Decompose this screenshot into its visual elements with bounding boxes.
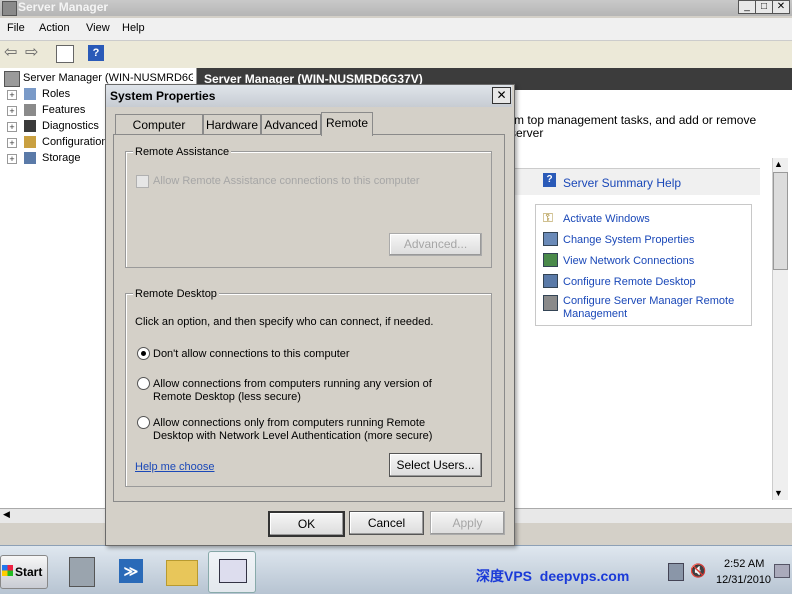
tree-root[interactable]: Server Manager (WIN-NUSMRD6G3 — [23, 72, 193, 84]
remote-desktop-label: Remote Desktop — [133, 288, 219, 300]
watermark-text: 深度VPS deepvps.com — [476, 568, 630, 584]
menu-file[interactable]: File — [7, 22, 25, 34]
ok-button[interactable]: OK — [268, 511, 345, 537]
dialog-titlebar[interactable]: System Properties — [106, 85, 512, 107]
windows-logo-icon — [2, 565, 13, 576]
dialog-close-button[interactable]: ✕ — [492, 87, 511, 104]
radio-allow-nla-only-label[interactable]: Allow connections only from computers ru… — [153, 417, 443, 443]
tray-network-icon[interactable] — [668, 563, 684, 581]
clock-time[interactable]: 2:52 AM — [724, 558, 764, 570]
tree-item-configuration[interactable]: Configuration — [42, 136, 107, 148]
scroll-thumb[interactable] — [773, 172, 788, 270]
computer-icon — [219, 559, 247, 583]
roles-icon — [24, 88, 36, 100]
tab-remote[interactable]: Remote — [321, 112, 373, 136]
start-label: Start — [15, 565, 43, 579]
expand-diagnostics[interactable]: + — [7, 122, 17, 132]
diagnostics-icon — [24, 120, 36, 132]
show-hide-tree-icon[interactable] — [56, 45, 74, 63]
scroll-down-arrow-icon[interactable]: ▼ — [774, 488, 783, 498]
key-icon: ⚿ — [543, 210, 553, 225]
main-titlebar[interactable]: Server Manager — [0, 0, 792, 16]
menu-view[interactable]: View — [86, 22, 110, 34]
select-users-button[interactable]: Select Users... — [389, 453, 482, 477]
menu-action[interactable]: Action — [39, 22, 70, 34]
tree-item-diagnostics[interactable]: Diagnostics — [42, 120, 99, 132]
radio-allow-any-version-label[interactable]: Allow connections from computers running… — [153, 378, 443, 404]
intro-text: rm top management tasks, and add or remo… — [510, 113, 757, 140]
back-arrow-icon[interactable]: ⇦ — [4, 45, 20, 62]
close-button[interactable]: ✕ — [772, 0, 790, 14]
tree-item-features[interactable]: Features — [42, 104, 85, 116]
taskbar-explorer[interactable] — [158, 551, 204, 591]
tree-item-roles[interactable]: Roles — [42, 88, 70, 100]
maximize-button[interactable]: □ — [755, 0, 773, 14]
tab-hardware[interactable]: Hardware — [203, 114, 261, 135]
radio-allow-any-version[interactable] — [137, 377, 150, 390]
tab-computer-name[interactable]: Computer Name — [115, 114, 203, 152]
show-desktop-button[interactable] — [774, 564, 790, 578]
task-activate-windows[interactable]: Activate Windows — [563, 213, 650, 225]
configuration-icon — [24, 136, 36, 148]
tray-speaker-muted-icon[interactable]: 🔇 — [690, 563, 706, 579]
task-view-network-connections[interactable]: View Network Connections — [563, 255, 694, 267]
system-properties-icon — [543, 232, 558, 246]
clock-date[interactable]: 12/31/2010 — [716, 574, 771, 586]
allow-remote-assistance-label: Allow Remote Assistance connections to t… — [153, 175, 420, 187]
server-summary-help-link[interactable]: Server Summary Help — [563, 176, 681, 190]
server-manager-node-icon — [4, 71, 20, 87]
taskbar-powershell[interactable]: ≫ — [108, 551, 154, 591]
task-change-system-properties[interactable]: Change System Properties — [563, 234, 694, 246]
radio-dont-allow[interactable] — [137, 347, 150, 360]
help-me-choose-link[interactable]: Help me choose — [135, 461, 215, 473]
taskbar-system-properties[interactable] — [208, 551, 256, 593]
expand-features[interactable]: + — [7, 106, 17, 116]
server-manager-icon — [2, 1, 17, 16]
help-book-icon: ? — [543, 173, 556, 187]
scroll-left-arrow-icon[interactable]: ◀ — [3, 509, 10, 520]
features-icon — [24, 104, 36, 116]
task-configure-server-manager-remote[interactable]: Configure Server Manager Remote Manageme… — [563, 295, 743, 321]
menubar — [0, 18, 792, 40]
toolbar — [0, 40, 792, 68]
dialog-title: System Properties — [110, 89, 216, 103]
minimize-button[interactable]: _ — [738, 0, 756, 14]
server-manager-taskbar-icon — [69, 557, 95, 587]
remote-assistance-label: Remote Assistance — [133, 146, 232, 158]
radio-dont-allow-label[interactable]: Don't allow connections to this computer — [153, 348, 350, 361]
advanced-button[interactable]: Advanced... — [389, 233, 482, 256]
window-title: Server Manager — [18, 0, 109, 14]
expand-storage[interactable]: + — [7, 154, 17, 164]
taskbar-server-manager[interactable] — [58, 551, 104, 591]
tab-advanced[interactable]: Advanced — [261, 114, 321, 135]
radio-allow-nla-only[interactable] — [137, 416, 150, 429]
remote-desktop-icon — [543, 274, 558, 288]
apply-button[interactable]: Apply — [430, 511, 505, 535]
menu-help[interactable]: Help — [122, 22, 145, 34]
forward-arrow-icon[interactable]: ⇨ — [25, 45, 41, 62]
storage-icon — [24, 152, 36, 164]
network-connections-icon — [543, 253, 558, 267]
remote-desktop-instruction: Click an option, and then specify who ca… — [135, 316, 434, 328]
scroll-up-arrow-icon[interactable]: ▲ — [774, 159, 783, 169]
expand-roles[interactable]: + — [7, 90, 17, 100]
powershell-icon: ≫ — [119, 559, 143, 583]
expand-configuration[interactable]: + — [7, 138, 17, 148]
tree-item-storage[interactable]: Storage — [42, 152, 81, 164]
cancel-button[interactable]: Cancel — [349, 511, 424, 535]
server-manager-remote-icon — [543, 295, 558, 311]
help-icon[interactable]: ? — [88, 45, 104, 61]
allow-remote-assistance-checkbox[interactable] — [136, 175, 149, 188]
task-configure-remote-desktop[interactable]: Configure Remote Desktop — [563, 276, 696, 288]
folder-icon — [166, 560, 198, 586]
